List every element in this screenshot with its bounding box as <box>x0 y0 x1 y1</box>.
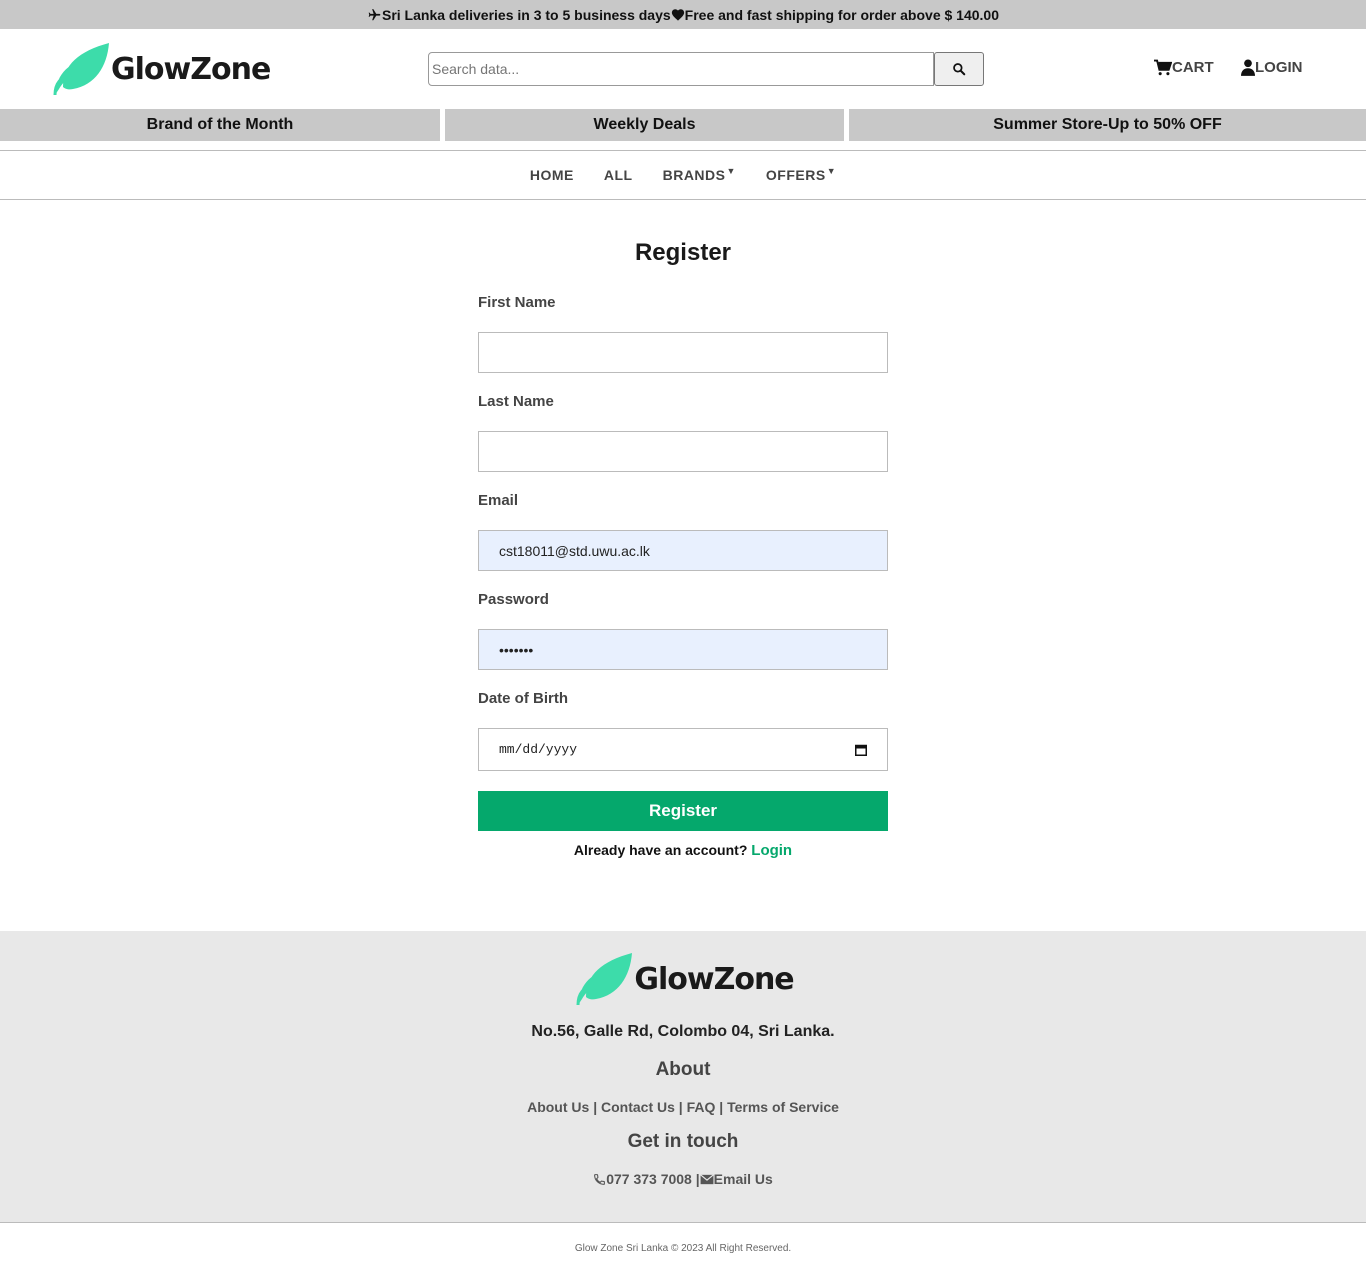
footer-contact: 077 373 7008 | Email Us <box>0 1171 1366 1187</box>
site-header: GlowZone CART LOGIN <box>0 29 1366 109</box>
login-prompt: Already have an account? Login <box>478 842 888 859</box>
search-input[interactable] <box>428 52 934 86</box>
password-label: Password <box>478 591 549 608</box>
register-button[interactable]: Register <box>478 791 888 831</box>
first-name-field[interactable] <box>478 332 888 373</box>
page-title: Register <box>634 239 732 266</box>
footer-email-link[interactable]: Email Us <box>714 1171 773 1187</box>
leaf-logo-icon <box>576 953 633 1005</box>
announcement-shipping: Free and fast shipping for order above $… <box>684 6 999 23</box>
dob-field[interactable]: mm/dd/yyyy <box>478 728 888 771</box>
nav-offers[interactable]: OFFERS ▼ <box>765 166 837 183</box>
promo-brand-of-month[interactable]: Brand of the Month <box>0 109 440 141</box>
last-name-field[interactable] <box>478 431 888 472</box>
site-logo[interactable]: GlowZone <box>49 43 271 95</box>
phone-icon <box>594 1173 606 1185</box>
search-button[interactable] <box>934 52 984 86</box>
cart-label: CART <box>1172 59 1214 76</box>
airplane-icon <box>367 8 382 22</box>
mail-icon <box>699 1173 714 1184</box>
promo-strip: Brand of the Month Weekly Deals Summer S… <box>0 109 1366 141</box>
heart-icon <box>671 8 685 21</box>
footer-logo-text: GlowZone <box>634 961 794 997</box>
footer-logo[interactable]: GlowZone <box>0 953 1366 1005</box>
announcement-bar: Sri Lanka deliveries in 3 to 5 business … <box>0 0 1366 29</box>
nav-brands-label: BRANDS <box>662 167 726 183</box>
promo-summer-store[interactable]: Summer Store-Up to 50% OFF <box>849 109 1366 141</box>
already-account-text: Already have an account? <box>573 842 748 858</box>
footer-link-contact[interactable]: Contact Us <box>601 1099 675 1115</box>
calendar-icon[interactable] <box>855 744 867 756</box>
footer-link-faq[interactable]: FAQ <box>687 1099 716 1115</box>
search-icon <box>953 63 966 76</box>
caret-down-icon: ▼ <box>726 166 736 176</box>
login-label: LOGIN <box>1255 59 1303 76</box>
login-link[interactable]: LOGIN <box>1241 59 1303 76</box>
caret-down-icon: ▼ <box>826 166 837 176</box>
cart-icon <box>1154 59 1172 76</box>
promo-weekly-deals[interactable]: Weekly Deals <box>445 109 844 141</box>
leaf-logo-icon <box>53 43 109 95</box>
footer-touch-heading: Get in touch <box>627 1131 739 1152</box>
user-icon <box>1241 59 1255 76</box>
password-field[interactable] <box>478 629 888 670</box>
email-field[interactable] <box>478 530 888 571</box>
first-name-label: First Name <box>478 294 556 311</box>
nav-all[interactable]: ALL <box>604 167 633 183</box>
footer-link-about[interactable]: About Us <box>527 1099 589 1115</box>
announcement-delivery: Sri Lanka deliveries in 3 to 5 business … <box>381 6 671 23</box>
nav-offers-label: OFFERS <box>765 167 826 183</box>
dob-placeholder: mm/dd/yyyy <box>499 742 578 757</box>
login-link-form[interactable]: Login <box>751 842 792 859</box>
footer-phone[interactable]: 077 373 7008 <box>606 1171 692 1187</box>
nav-home[interactable]: HOME <box>530 167 574 183</box>
footer-links: About Us | Contact Us | FAQ | Terms of S… <box>527 1099 839 1115</box>
footer-about-heading: About <box>655 1059 711 1080</box>
copyright-text: Glow Zone Sri Lanka © 2023 All Right Res… <box>574 1243 792 1254</box>
search-bar <box>428 52 984 86</box>
nav-brands[interactable]: BRANDS ▼ <box>662 166 736 183</box>
cart-link[interactable]: CART <box>1153 59 1214 76</box>
logo-text: GlowZone <box>111 51 271 87</box>
last-name-label: Last Name <box>478 393 554 410</box>
dob-label: Date of Birth <box>478 690 568 707</box>
footer-address: No.56, Galle Rd, Colombo 04, Sri Lanka. <box>531 1023 835 1040</box>
register-form: Register First Name Last Name Email Pass… <box>478 200 888 931</box>
email-label: Email <box>478 492 519 509</box>
site-footer: GlowZone No.56, Galle Rd, Colombo 04, Sr… <box>0 931 1366 1223</box>
main-nav: HOME ALL BRANDS ▼ OFFERS ▼ <box>0 150 1366 200</box>
footer-link-terms[interactable]: Terms of Service <box>727 1099 839 1115</box>
